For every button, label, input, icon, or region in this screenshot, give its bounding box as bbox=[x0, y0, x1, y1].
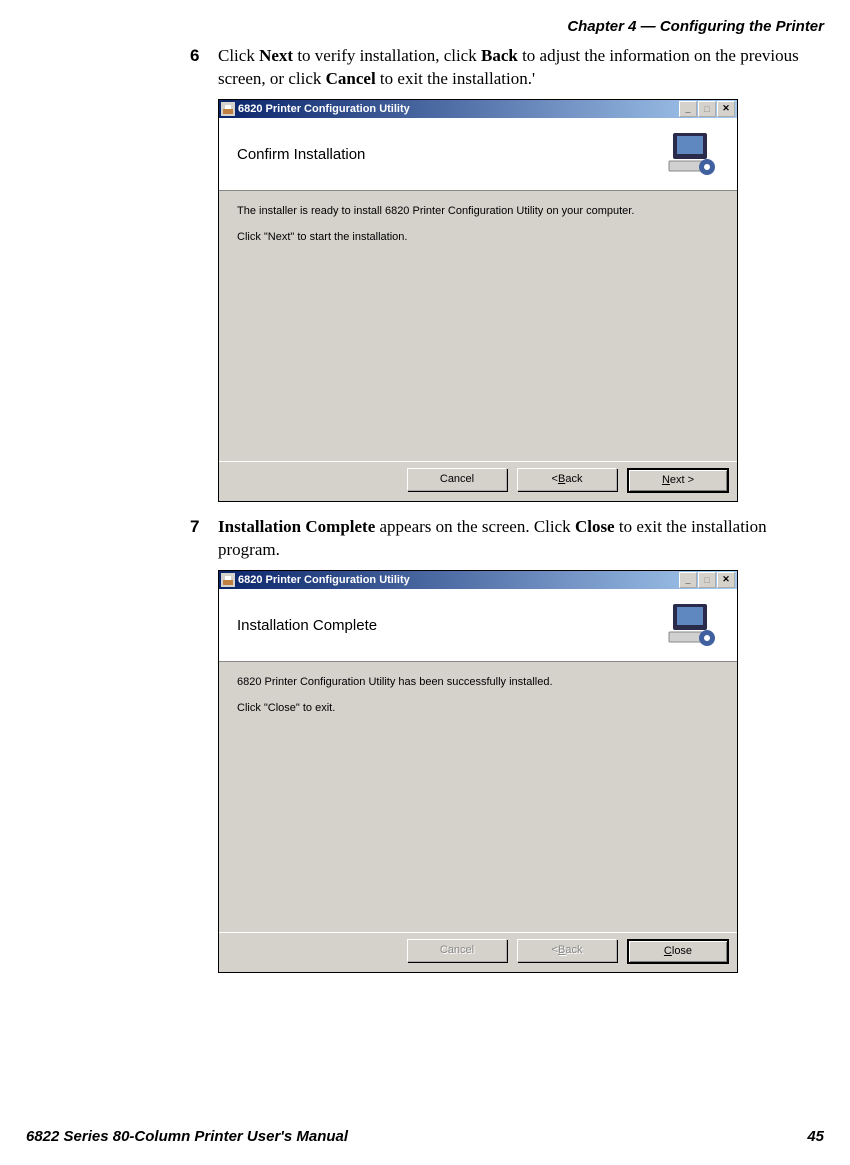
titlebar-text: 6820 Printer Configuration Utility bbox=[238, 103, 410, 115]
text: appears on the screen. Click bbox=[375, 517, 575, 536]
button-row: Cancel < Back Next > bbox=[219, 461, 737, 501]
dialog-heading: Confirm Installation bbox=[237, 146, 365, 163]
step-number: 7 bbox=[190, 516, 218, 562]
text: ext > bbox=[670, 474, 694, 486]
content: 6 Click Next to verify installation, cli… bbox=[190, 45, 828, 973]
computer-icon bbox=[665, 131, 721, 179]
text: to exit the installation.' bbox=[376, 69, 535, 88]
window-controls: _ □ ✕ bbox=[678, 572, 735, 588]
step-text: Click Next to verify installation, click… bbox=[218, 45, 828, 91]
dialog-body: The installer is ready to install 6820 P… bbox=[219, 191, 737, 461]
cancel-button: Cancel bbox=[407, 939, 507, 962]
dialog-body: 6820 Printer Configuration Utility has b… bbox=[219, 662, 737, 932]
text-bold: Close bbox=[575, 517, 615, 536]
maximize-button: □ bbox=[698, 101, 716, 117]
installation-complete-dialog: 6820 Printer Configuration Utility _ □ ✕… bbox=[218, 570, 738, 973]
computer-icon bbox=[665, 602, 721, 650]
titlebar-text: 6820 Printer Configuration Utility bbox=[238, 574, 410, 586]
titlebar[interactable]: 6820 Printer Configuration Utility _ □ ✕ bbox=[219, 571, 737, 589]
body-text: Click "Next" to start the installation. bbox=[237, 231, 719, 243]
body-text: Click "Close" to exit. bbox=[237, 702, 719, 714]
back-button: < Back bbox=[517, 939, 617, 962]
text: Click bbox=[218, 46, 259, 65]
text-bold: Installation Complete bbox=[218, 517, 375, 536]
page-header: Chapter 4 — Configuring the Printer bbox=[0, 0, 850, 45]
step-6: 6 Click Next to verify installation, cli… bbox=[190, 45, 828, 91]
close-button[interactable]: Close bbox=[627, 939, 729, 964]
step-text: Installation Complete appears on the scr… bbox=[218, 516, 828, 562]
installer-icon bbox=[221, 573, 235, 587]
text: lose bbox=[672, 945, 692, 957]
dialog-heading: Installation Complete bbox=[237, 617, 377, 634]
back-button[interactable]: < Back bbox=[517, 468, 617, 491]
dialog-header: Confirm Installation bbox=[219, 118, 737, 191]
text: to verify installation, click bbox=[293, 46, 481, 65]
cancel-button[interactable]: Cancel bbox=[407, 468, 507, 491]
text: ack bbox=[565, 944, 582, 956]
text-bold: Cancel bbox=[326, 69, 376, 88]
confirm-installation-dialog: 6820 Printer Configuration Utility _ □ ✕… bbox=[218, 99, 738, 502]
page-number: 45 bbox=[807, 1128, 824, 1145]
close-window-button[interactable]: ✕ bbox=[717, 572, 735, 588]
window-controls: _ □ ✕ bbox=[678, 101, 735, 117]
step-number: 6 bbox=[190, 45, 218, 91]
page-footer: 6822 Series 80-Column Printer User's Man… bbox=[0, 1128, 850, 1145]
minimize-button[interactable]: _ bbox=[679, 572, 697, 588]
step-7: 7 Installation Complete appears on the s… bbox=[190, 516, 828, 562]
body-text: The installer is ready to install 6820 P… bbox=[237, 205, 719, 217]
maximize-button: □ bbox=[698, 572, 716, 588]
text: ack bbox=[565, 473, 582, 485]
text-bold: Next bbox=[259, 46, 293, 65]
text: B bbox=[558, 473, 565, 485]
body-text: 6820 Printer Configuration Utility has b… bbox=[237, 676, 719, 688]
minimize-button[interactable]: _ bbox=[679, 101, 697, 117]
next-button[interactable]: Next > bbox=[627, 468, 729, 493]
manual-title: 6822 Series 80-Column Printer User's Man… bbox=[26, 1128, 348, 1145]
dialog-header: Installation Complete bbox=[219, 589, 737, 662]
button-row: Cancel < Back Close bbox=[219, 932, 737, 972]
text-bold: Back bbox=[481, 46, 518, 65]
close-window-button[interactable]: ✕ bbox=[717, 101, 735, 117]
installer-icon bbox=[221, 102, 235, 116]
text: N bbox=[662, 474, 670, 486]
titlebar[interactable]: 6820 Printer Configuration Utility _ □ ✕ bbox=[219, 100, 737, 118]
text: C bbox=[664, 945, 672, 957]
text: B bbox=[558, 944, 565, 956]
